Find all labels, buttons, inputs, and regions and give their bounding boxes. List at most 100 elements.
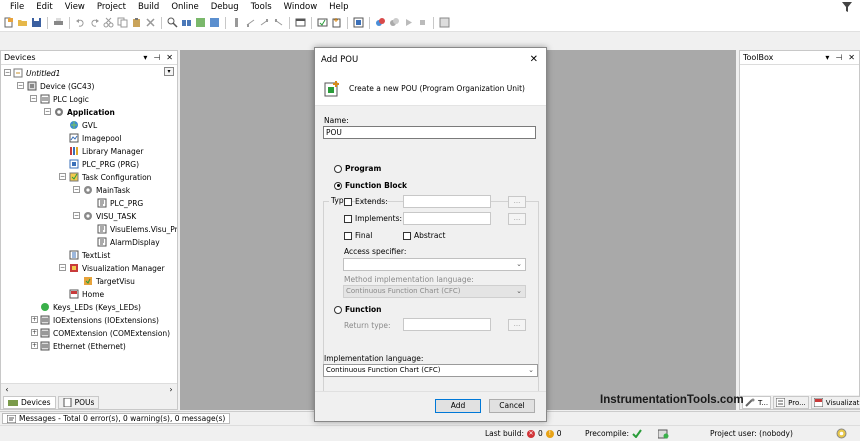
add-button[interactable]: Add bbox=[435, 399, 481, 413]
tree-node-visuelems[interactable]: VisuElems.Visu_Prg bbox=[97, 223, 177, 235]
expand-toggle[interactable]: + bbox=[31, 316, 38, 323]
collapse-toggle[interactable]: − bbox=[4, 69, 11, 76]
tree-node-comextension[interactable]: COMExtension (COMExtension) bbox=[40, 327, 170, 339]
insert-icon[interactable] bbox=[331, 17, 342, 28]
bookmark-icon[interactable] bbox=[195, 17, 206, 28]
breakpoint-icon[interactable] bbox=[231, 17, 242, 28]
dialog-close-icon[interactable]: ✕ bbox=[530, 55, 538, 65]
tree-node-gvl[interactable]: GVL bbox=[69, 119, 97, 131]
tab-properties[interactable]: Pro... bbox=[773, 396, 809, 409]
collapse-toggle[interactable]: − bbox=[73, 212, 80, 219]
close-icon[interactable]: ✕ bbox=[848, 53, 855, 62]
tree-node-plc-prg[interactable]: PLC_PRG (PRG) bbox=[69, 158, 139, 170]
tree-node-textlist[interactable]: TextList bbox=[69, 249, 110, 261]
tree-node-alarmdisplay[interactable]: AlarmDisplay bbox=[97, 236, 160, 248]
run-icon[interactable] bbox=[403, 17, 414, 28]
access-specifier-select[interactable]: ⌄ bbox=[343, 258, 526, 271]
redo-icon[interactable] bbox=[89, 17, 100, 28]
expand-toggle[interactable]: + bbox=[31, 342, 38, 349]
collapse-toggle[interactable]: − bbox=[59, 264, 66, 271]
paste-icon[interactable] bbox=[131, 17, 142, 28]
menu-tools[interactable]: Tools bbox=[245, 0, 278, 14]
extends-checkbox[interactable]: Extends: bbox=[344, 197, 388, 206]
dropdown-icon[interactable]: ▾ bbox=[825, 53, 829, 62]
save-icon[interactable] bbox=[31, 17, 42, 28]
abstract-checkbox-box[interactable] bbox=[403, 231, 411, 240]
find-icon[interactable] bbox=[167, 17, 178, 28]
program-radio-circle[interactable] bbox=[334, 164, 342, 173]
window-icon[interactable] bbox=[295, 17, 306, 28]
collapse-toggle[interactable]: − bbox=[59, 173, 66, 180]
menu-online[interactable]: Online bbox=[165, 0, 204, 14]
program-radio[interactable]: Program bbox=[334, 164, 381, 173]
login-icon[interactable] bbox=[375, 17, 386, 28]
menu-view[interactable]: View bbox=[59, 0, 91, 14]
tree-node-project[interactable]: Untitled1 bbox=[13, 67, 60, 79]
dropdown-icon[interactable]: ▾ bbox=[143, 53, 147, 62]
logout-icon[interactable] bbox=[389, 17, 400, 28]
tree-node-ioextensions[interactable]: IOExtensions (IOExtensions) bbox=[40, 314, 159, 326]
step-into-icon[interactable] bbox=[259, 17, 270, 28]
tree-node-home[interactable]: Home bbox=[69, 288, 104, 300]
tree-node-library-manager[interactable]: Library Manager bbox=[69, 145, 143, 157]
settings-icon[interactable] bbox=[836, 428, 847, 439]
tree-node-visu-task[interactable]: VISU_TASK bbox=[83, 210, 136, 222]
expand-toggle[interactable]: + bbox=[31, 329, 38, 336]
extends-checkbox-box[interactable] bbox=[344, 197, 352, 206]
tree-node-ethernet[interactable]: Ethernet (Ethernet) bbox=[40, 340, 126, 352]
tree-node-device[interactable]: Device (GC43) bbox=[27, 80, 94, 92]
abstract-checkbox[interactable]: Abstract bbox=[403, 231, 445, 240]
replace-icon[interactable] bbox=[181, 17, 192, 28]
menu-edit[interactable]: Edit bbox=[30, 0, 58, 14]
tree-node-keys-leds[interactable]: Keys_LEDs (Keys_LEDs) bbox=[40, 301, 141, 313]
tree-node-targetvisu[interactable]: TargetVisu bbox=[83, 275, 135, 287]
menu-build[interactable]: Build bbox=[132, 0, 165, 14]
final-checkbox-box[interactable] bbox=[344, 231, 352, 240]
open-folder-icon[interactable] bbox=[17, 17, 28, 28]
collapse-toggle[interactable]: − bbox=[73, 186, 80, 193]
menu-window[interactable]: Window bbox=[278, 0, 324, 14]
tree-node-maintask[interactable]: MainTask bbox=[83, 184, 130, 196]
method-language-select[interactable]: Continuous Function Chart (CFC) ⌄ bbox=[343, 285, 526, 298]
final-checkbox[interactable]: Final bbox=[344, 231, 372, 240]
stop-icon[interactable] bbox=[417, 17, 428, 28]
implements-checkbox-box[interactable] bbox=[344, 214, 352, 223]
horizontal-scrollbar[interactable]: ‹ › bbox=[1, 383, 177, 395]
pin-icon[interactable]: ⊣ bbox=[835, 53, 842, 62]
collapse-toggle[interactable]: − bbox=[30, 95, 37, 102]
cancel-button[interactable]: Cancel bbox=[489, 399, 535, 413]
function-block-radio[interactable]: Function Block bbox=[334, 181, 407, 190]
new-file-icon[interactable] bbox=[3, 17, 14, 28]
extends-browse-button[interactable]: ... bbox=[508, 196, 526, 208]
copy-icon[interactable] bbox=[117, 17, 128, 28]
collapse-toggle[interactable]: − bbox=[17, 82, 24, 89]
implements-input[interactable] bbox=[403, 212, 491, 225]
device-user-icon[interactable] bbox=[658, 429, 669, 439]
extends-input[interactable] bbox=[403, 195, 491, 208]
tab-visualization[interactable]: Visualizati... bbox=[810, 396, 860, 409]
cut-icon[interactable] bbox=[103, 17, 114, 28]
pou-icon[interactable] bbox=[353, 17, 364, 28]
undo-icon[interactable] bbox=[75, 17, 86, 28]
print-icon[interactable] bbox=[53, 17, 64, 28]
function-radio-circle[interactable] bbox=[334, 305, 342, 314]
build-icon[interactable] bbox=[317, 17, 328, 28]
pin-icon[interactable]: ⊣ bbox=[153, 53, 160, 62]
tree-node-task-configuration[interactable]: Task Configuration bbox=[69, 171, 151, 183]
function-block-radio-circle[interactable] bbox=[334, 181, 342, 190]
tree-node-visualization-manager[interactable]: Visualization Manager bbox=[69, 262, 165, 274]
step-over-icon[interactable] bbox=[245, 17, 256, 28]
filter-icon[interactable] bbox=[842, 2, 852, 12]
messages-tab[interactable]: Messages - Total 0 error(s), 0 warning(s… bbox=[2, 413, 231, 424]
return-type-input[interactable] bbox=[403, 318, 491, 331]
tab-devices[interactable]: Devices bbox=[3, 396, 56, 409]
tree-node-plc-prg-call[interactable]: PLC_PRG bbox=[97, 197, 143, 209]
menu-debug[interactable]: Debug bbox=[205, 0, 245, 14]
tree-node-imagepool[interactable]: Imagepool bbox=[69, 132, 122, 144]
simulation-icon[interactable] bbox=[439, 17, 450, 28]
delete-icon[interactable] bbox=[145, 17, 156, 28]
tree-dropdown-button[interactable]: ▾ bbox=[164, 67, 174, 76]
implements-checkbox[interactable]: Implements: bbox=[344, 214, 402, 223]
collapse-toggle[interactable]: − bbox=[44, 108, 51, 115]
implementation-language-select[interactable]: Continuous Function Chart (CFC) ⌄ bbox=[323, 364, 538, 377]
